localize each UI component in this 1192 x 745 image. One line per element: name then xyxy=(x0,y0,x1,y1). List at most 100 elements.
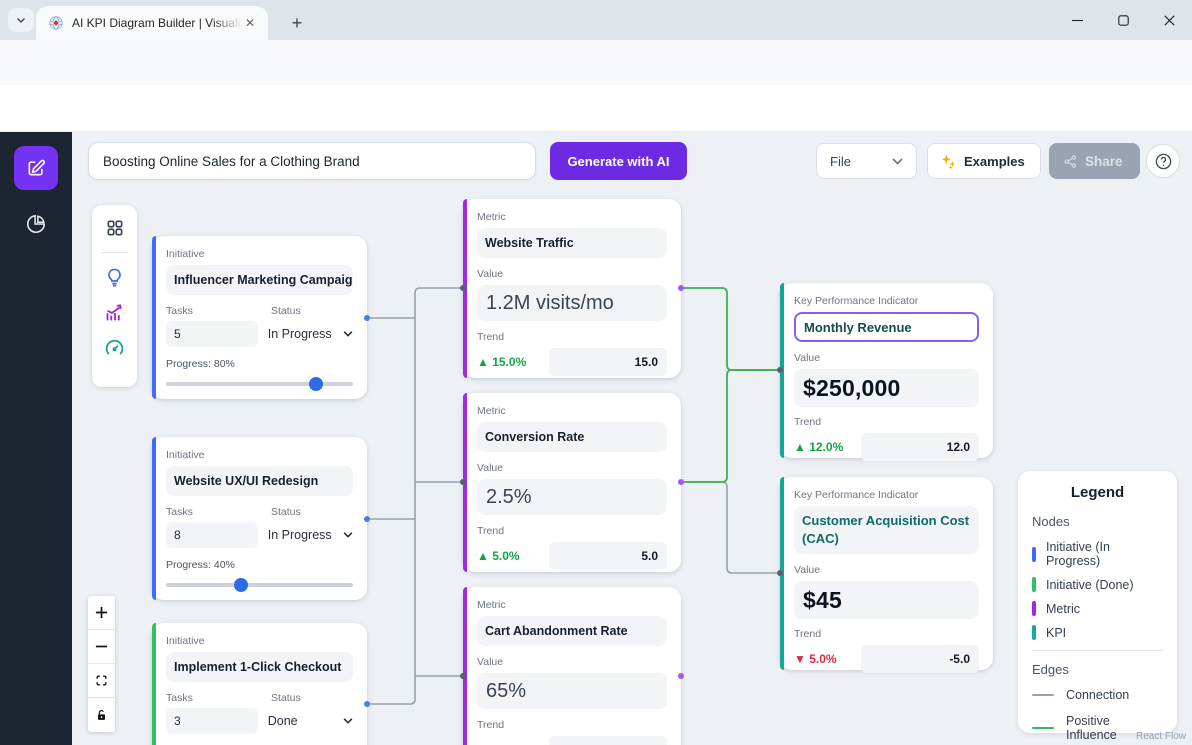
examples-button[interactable]: Examples xyxy=(927,143,1041,179)
initiative-title-input[interactable]: Influencer Marketing Campaign xyxy=(166,265,353,295)
new-tab-button[interactable]: + xyxy=(284,10,310,36)
tasks-input[interactable]: 8 xyxy=(166,522,258,548)
initiative-accent xyxy=(152,236,156,399)
browser-tab[interactable]: AI KPI Diagram Builder | Visualiz ✕ xyxy=(36,6,268,40)
trend-value-input[interactable]: -8.0 xyxy=(549,736,667,745)
metric-accent xyxy=(463,393,467,572)
trend-value-input[interactable]: 15.0 xyxy=(549,348,667,376)
legend-title: Legend xyxy=(1032,484,1163,501)
trend-value-input[interactable]: -5.0 xyxy=(861,645,979,673)
legend-divider xyxy=(1032,650,1163,651)
metric-node-2[interactable]: Metric Conversion Rate Value 2.5% Trend … xyxy=(463,393,681,572)
sidebar-item-editor[interactable] xyxy=(14,146,58,190)
window-minimize-button[interactable] xyxy=(1054,0,1100,40)
generate-with-ai-button[interactable]: Generate with AI xyxy=(550,142,687,180)
prompt-input[interactable] xyxy=(88,142,536,180)
kpi-title-input[interactable]: Customer Acquisition Cost (CAC) xyxy=(794,506,979,554)
progress-label: Progress: 80% xyxy=(166,358,353,370)
status-select[interactable]: In Progress xyxy=(268,522,353,548)
initiative-title-input[interactable]: Website UX/UI Redesign xyxy=(166,466,353,496)
node-type-label: Metric xyxy=(477,405,667,417)
file-menu-button[interactable]: File xyxy=(816,143,917,179)
window-maximize-button[interactable] xyxy=(1100,0,1146,40)
legend-nodes-heading: Nodes xyxy=(1032,514,1163,529)
sidebar-item-charts[interactable] xyxy=(25,213,47,240)
status-label: Status xyxy=(271,506,301,518)
metric-title-input[interactable]: Website Traffic xyxy=(477,228,667,258)
value-label: Value xyxy=(477,268,667,280)
chevron-down-icon xyxy=(892,158,903,165)
initiative-node-3[interactable]: Initiative Implement 1-Click Checkout Ta… xyxy=(152,623,367,745)
node-type-label: Key Performance Indicator xyxy=(794,295,979,307)
kpi-title-input[interactable]: Monthly Revenue xyxy=(794,312,979,342)
initiative-accent xyxy=(152,623,156,745)
status-select[interactable]: Done xyxy=(268,708,353,734)
window-close-button[interactable] xyxy=(1146,0,1192,40)
slider-knob[interactable] xyxy=(234,578,248,592)
tab-search-button[interactable] xyxy=(8,8,34,32)
legend-panel: Legend Nodes Initiative (In Progress) In… xyxy=(1018,471,1177,733)
question-mark-icon xyxy=(1154,152,1173,171)
initiative-bulb-tool-icon[interactable] xyxy=(104,267,125,288)
metric-value-input[interactable]: 1.2M visits/mo xyxy=(477,285,667,321)
value-label: Value xyxy=(477,462,667,474)
node-type-label: Initiative xyxy=(166,248,353,260)
legend-color-swatch xyxy=(1032,577,1036,592)
slider-knob[interactable] xyxy=(309,377,323,391)
trend-label: Trend xyxy=(794,416,979,428)
value-label: Value xyxy=(794,564,979,576)
fit-view-button[interactable] xyxy=(88,664,115,698)
grid-tool-icon[interactable] xyxy=(105,218,125,238)
legend-item: KPI xyxy=(1032,625,1163,640)
metric-node-3[interactable]: Metric Cart Abandonment Rate Value 65% T… xyxy=(463,587,681,745)
kpi-value-input[interactable]: $250,000 xyxy=(794,369,979,407)
zoom-out-button[interactable] xyxy=(88,630,115,664)
tab-title: AI KPI Diagram Builder | Visualiz xyxy=(72,16,242,30)
window-controls xyxy=(1054,0,1192,40)
tasks-label: Tasks xyxy=(166,692,271,704)
metric-title-input[interactable]: Cart Abandonment Rate xyxy=(477,616,667,646)
trend-label: Trend xyxy=(477,525,667,537)
legend-item: Connection xyxy=(1032,688,1163,702)
tasks-input[interactable]: 3 xyxy=(166,708,258,734)
metric-node-1[interactable]: Metric Website Traffic Value 1.2M visits… xyxy=(463,199,681,378)
kpi-gauge-tool-icon[interactable] xyxy=(104,337,125,358)
app-header: KPI Performance Diagram Builder Powered … xyxy=(0,85,1192,132)
status-select[interactable]: In Progress xyxy=(268,321,353,347)
status-label: Status xyxy=(271,305,301,317)
trend-badge: ▲ 15.0% xyxy=(477,355,526,369)
browser-tabstrip: AI KPI Diagram Builder | Visualiz ✕ + xyxy=(0,0,1192,40)
metric-title-input[interactable]: Conversion Rate xyxy=(477,422,667,452)
initiative-node-2[interactable]: Initiative Website UX/UI Redesign Tasks … xyxy=(152,437,367,600)
share-button[interactable]: Share xyxy=(1049,143,1140,179)
metric-value-input[interactable]: 65% xyxy=(477,673,667,709)
legend-item: Initiative (In Progress) xyxy=(1032,540,1163,568)
trend-value-input[interactable]: 12.0 xyxy=(861,433,979,461)
tab-close-icon[interactable]: ✕ xyxy=(242,15,258,31)
node-type-label: Key Performance Indicator xyxy=(794,489,979,501)
help-button[interactable] xyxy=(1146,144,1180,178)
node-type-label: Initiative xyxy=(166,449,353,461)
lock-button[interactable] xyxy=(88,698,115,732)
metric-value-input[interactable]: 2.5% xyxy=(477,479,667,515)
edit-pencil-icon xyxy=(26,158,46,178)
trend-value-input[interactable]: 5.0 xyxy=(549,542,667,570)
zoom-in-button[interactable] xyxy=(88,596,115,630)
canvas-controls xyxy=(88,596,115,732)
share-icon xyxy=(1063,154,1078,169)
legend-color-swatch xyxy=(1032,625,1036,640)
initiative-title-input[interactable]: Implement 1-Click Checkout xyxy=(166,652,353,682)
tasks-input[interactable]: 5 xyxy=(166,321,258,347)
kpi-node-2[interactable]: Key Performance Indicator Customer Acqui… xyxy=(780,477,993,670)
kpi-value-input[interactable]: $45 xyxy=(794,581,979,619)
kpi-node-1[interactable]: Key Performance Indicator Monthly Revenu… xyxy=(780,283,993,458)
palette-divider xyxy=(101,252,128,253)
initiative-node-1[interactable]: Initiative Influencer Marketing Campaign… xyxy=(152,236,367,399)
progress-slider[interactable] xyxy=(166,382,353,386)
legend-color-swatch xyxy=(1032,547,1036,562)
chevron-down-icon xyxy=(343,331,353,337)
metric-chart-tool-icon[interactable] xyxy=(104,302,125,323)
progress-slider[interactable] xyxy=(166,583,353,587)
pie-chart-icon xyxy=(25,213,47,235)
trend-label: Trend xyxy=(477,331,667,343)
